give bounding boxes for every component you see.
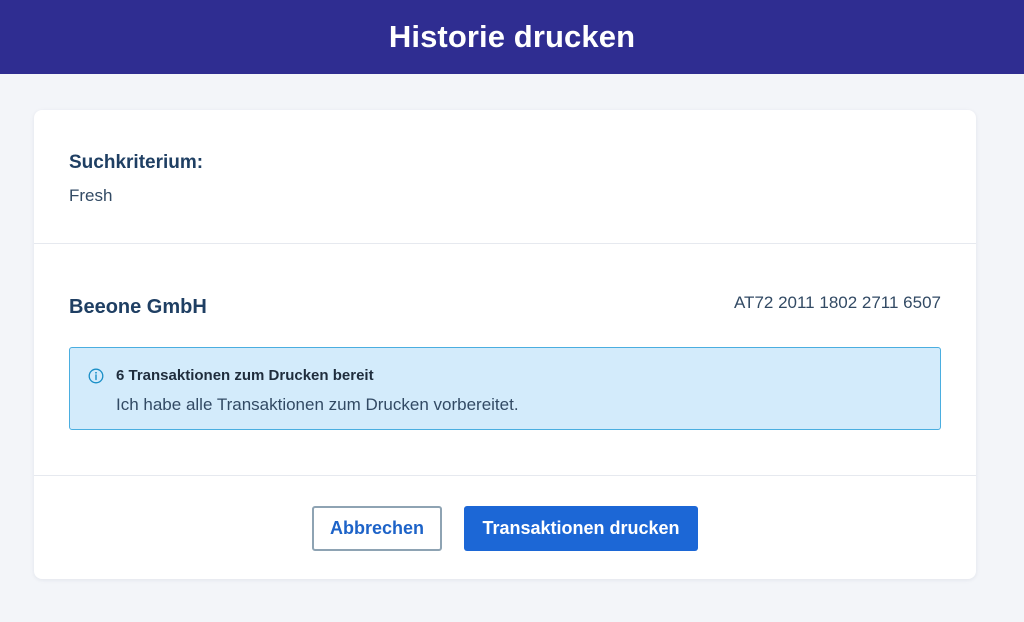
cancel-button[interactable]: Abbrechen <box>312 506 442 551</box>
account-iban: AT72 2011 1802 2711 6507 <box>733 293 941 312</box>
page-title: Historie drucken <box>388 19 636 54</box>
print-history-card: Suchkriterium: Fresh Beeone GmbH AT72 20… <box>34 110 976 579</box>
print-transactions-button[interactable]: Transaktionen drucken <box>464 506 698 551</box>
actions-section: Abbrechen Transaktionen drucken <box>34 477 976 579</box>
info-alert: 6 Transaktionen zum Drucken bereit Ich h… <box>69 347 941 430</box>
page-header: Historie drucken <box>0 0 1024 74</box>
info-alert-text: Ich habe alle Transaktionen zum Drucken … <box>116 395 519 414</box>
search-criteria-label: Suchkriterium: <box>69 152 204 173</box>
search-criteria-value: Fresh <box>69 186 113 205</box>
search-criteria-section: Suchkriterium: Fresh <box>34 110 976 244</box>
account-name: Beeone GmbH <box>69 296 207 318</box>
info-circle-icon <box>88 368 104 384</box>
account-section: Beeone GmbH AT72 2011 1802 2711 6507 6 T… <box>34 245 976 476</box>
info-alert-title: 6 Transaktionen zum Drucken bereit <box>116 367 374 384</box>
